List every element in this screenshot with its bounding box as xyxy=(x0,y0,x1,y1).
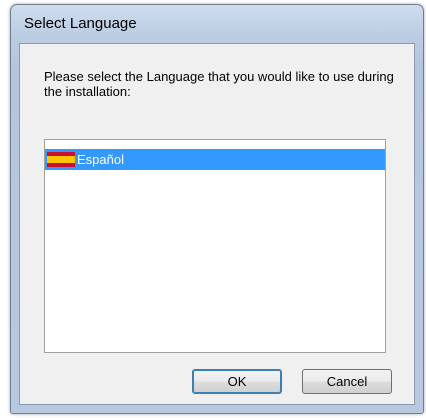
cancel-button[interactable]: Cancel xyxy=(302,369,392,394)
dialog-body: Please select the Language that you woul… xyxy=(19,43,415,405)
window-title: Select Language xyxy=(24,15,137,32)
language-item-espanol[interactable]: Español xyxy=(45,149,385,170)
language-item-label: Español xyxy=(77,152,124,167)
spain-flag-icon xyxy=(47,152,75,167)
title-bar[interactable]: Select Language xyxy=(11,5,423,35)
select-language-window: Select Language Please select the Langua… xyxy=(10,4,424,414)
language-listbox[interactable]: Español xyxy=(44,139,386,353)
ok-button[interactable]: OK xyxy=(192,369,282,394)
prompt-text: Please select the Language that you woul… xyxy=(44,69,394,99)
